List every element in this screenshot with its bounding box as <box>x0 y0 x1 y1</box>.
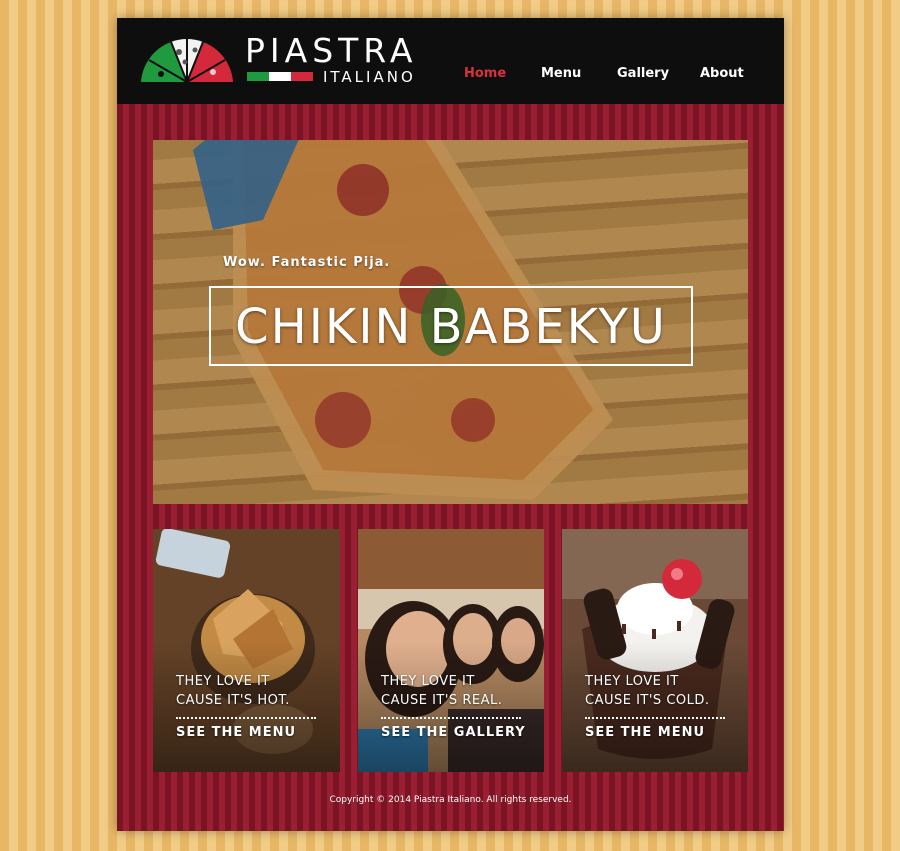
footer-copyright: Copyright © 2014 Piastra Italiano. All r… <box>329 795 572 805</box>
page-container: PIASTRA ITALIANO Home Menu Gallery About… <box>117 18 784 831</box>
hero-tagline: Wow. Fantastic Pija. <box>223 255 391 270</box>
brand-name[interactable]: PIASTRA <box>245 33 417 69</box>
card-menu-cold[interactable]: They love it cause it's cold. SEE THE ME… <box>562 529 748 772</box>
card-line-1: They love it <box>381 674 475 689</box>
dotted-divider <box>176 717 316 719</box>
dotted-divider <box>381 717 521 719</box>
brand-subtitle: ITALIANO <box>323 68 416 86</box>
card-line-1: They love it <box>176 674 270 689</box>
hero-title: CHIKIN BABEKYU <box>209 286 693 366</box>
dotted-divider <box>585 717 725 719</box>
nav-menu[interactable]: Menu <box>541 66 581 81</box>
hero-banner: Wow. Fantastic Pija. CHIKIN BABEKYU <box>153 140 748 504</box>
see-gallery-link[interactable]: SEE THE GALLERY <box>381 725 526 740</box>
see-menu-link[interactable]: SEE THE MENU <box>585 725 705 740</box>
card-line-2: cause it's real. <box>381 693 503 708</box>
see-menu-link[interactable]: SEE THE MENU <box>176 725 296 740</box>
italian-flag-stripe <box>247 72 313 81</box>
nav-home[interactable]: Home <box>464 66 506 81</box>
nav-gallery[interactable]: Gallery <box>617 66 669 81</box>
site-header: PIASTRA ITALIANO Home Menu Gallery About <box>117 18 784 104</box>
pizza-logo-icon[interactable] <box>139 36 235 84</box>
card-menu-hot[interactable]: They love it cause it's hot. SEE THE MEN… <box>153 529 340 772</box>
card-line-2: cause it's hot. <box>176 693 290 708</box>
card-line-2: cause it's cold. <box>585 693 710 708</box>
card-gallery-real[interactable]: They love it cause it's real. SEE THE GA… <box>358 529 544 772</box>
card-line-1: They love it <box>585 674 679 689</box>
nav-about[interactable]: About <box>700 66 744 81</box>
